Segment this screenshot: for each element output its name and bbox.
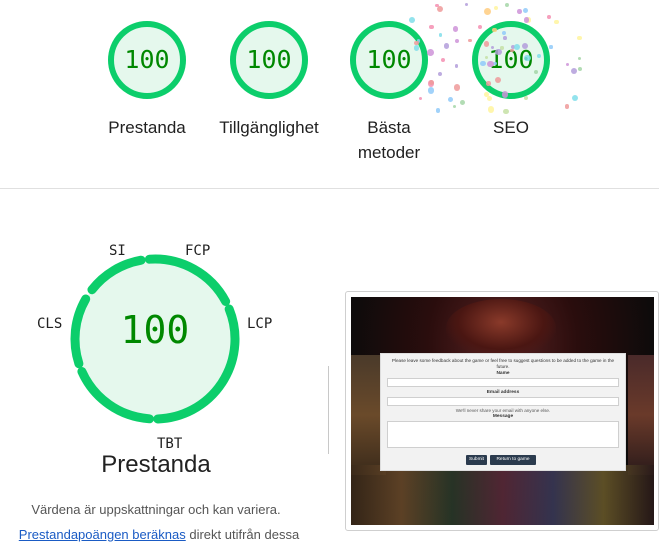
confetti-dot	[435, 108, 441, 114]
confetti-dot	[426, 48, 434, 56]
confetti-dot	[510, 48, 514, 52]
confetti-dot	[501, 91, 509, 98]
confetti-dot	[517, 9, 522, 15]
confetti-dot	[429, 24, 435, 30]
confetti-dot	[459, 99, 466, 106]
confetti-dot	[576, 35, 582, 41]
confetti-dot	[554, 19, 559, 24]
metric-fcp-label[interactable]: FCP	[185, 243, 210, 259]
form-name-label: Name	[496, 371, 510, 376]
screenshot-art-right	[628, 355, 654, 475]
confetti-dot	[454, 64, 459, 68]
screenshot-art-crowd	[351, 465, 654, 525]
confetti-dot	[443, 43, 450, 50]
gauge-score: 100	[366, 45, 412, 74]
confetti-dot	[564, 104, 570, 109]
form-email-label: Email address	[486, 390, 520, 395]
confetti-dot	[487, 95, 493, 102]
confetti-dot	[427, 87, 435, 94]
confetti-dot	[577, 56, 581, 60]
confetti-dot	[468, 38, 472, 42]
confetti-dot	[453, 105, 457, 109]
metric-si-label[interactable]: SI	[109, 243, 126, 259]
gauge-accessibility[interactable]: 100	[229, 20, 309, 100]
estimate-note: Värdena är uppskattningar och kan varier…	[31, 502, 281, 517]
confetti-dot	[486, 81, 491, 86]
confetti-dot	[454, 38, 459, 44]
metric-cls-label[interactable]: CLS	[37, 316, 62, 332]
form-email-hint: We'll never share your email with anyone…	[455, 408, 551, 413]
form-intro: Please leave some feedback about the gam…	[391, 358, 615, 369]
form-name-field	[387, 378, 619, 387]
calc-note: Prestandapoängen beräknas direkt utifrån…	[0, 527, 324, 542]
confetti-dot	[523, 8, 529, 14]
gauge-performance[interactable]: 100	[107, 20, 187, 100]
gauge-best-practices[interactable]: 100	[349, 20, 429, 100]
confetti-dot	[503, 108, 509, 115]
confetti-dot	[504, 2, 510, 7]
confetti-dot	[503, 36, 508, 40]
form-message-label: Message	[492, 414, 514, 419]
metric-tbt-label[interactable]: TBT	[157, 436, 182, 452]
confetti-dot	[484, 41, 490, 47]
gauge-score: 100	[246, 45, 292, 74]
calc-link[interactable]: Prestandapoängen beräknas	[19, 527, 186, 542]
label-accessibility: Tillgänglighet	[219, 118, 319, 137]
confetti-dot	[491, 45, 495, 49]
confetti-dot	[487, 106, 495, 113]
performance-score: 100	[120, 308, 190, 352]
final-screenshot[interactable]: Please leave some feedback about the gam…	[345, 291, 659, 531]
calc-note-rest: direkt utifrån dessa	[185, 527, 300, 542]
confetti-dot	[578, 67, 583, 72]
confetti-dot	[484, 55, 489, 59]
confetti-dot	[484, 8, 492, 16]
confetti-dot	[487, 60, 494, 68]
confetti-dot	[441, 58, 446, 63]
label-performance: Prestanda	[108, 118, 186, 137]
confetti-dot	[452, 26, 459, 32]
form-return-button: Return to game	[490, 455, 536, 465]
confetti-dot	[523, 95, 528, 100]
form-email-field	[387, 397, 619, 406]
confetti-dot	[438, 72, 443, 77]
confetti-dot	[547, 15, 551, 19]
metric-lcp-label[interactable]: LCP	[247, 316, 272, 332]
performance-title: Prestanda	[101, 451, 211, 478]
confetti-dot	[523, 16, 530, 23]
confetti-dot	[570, 68, 577, 75]
confetti-dot	[571, 94, 578, 101]
confetti-dot	[492, 27, 497, 33]
confetti-dot	[453, 84, 461, 91]
form-submit-button: Submit	[466, 455, 487, 465]
confetti-dot	[438, 33, 442, 37]
screenshot-image: Please leave some feedback about the gam…	[351, 297, 654, 525]
confetti-dot	[493, 5, 499, 10]
vertical-divider	[328, 366, 329, 454]
confetti-dot	[501, 30, 506, 36]
form-message-field	[387, 421, 619, 448]
confetti-dot	[447, 97, 453, 103]
label-best-practices: Bästa metoder	[357, 118, 421, 162]
confetti-dot	[464, 3, 468, 7]
confetti-dot	[565, 62, 570, 66]
confetti-dot	[513, 44, 520, 51]
screenshot-feedback-form: Please leave some feedback about the gam…	[380, 353, 626, 471]
confetti-dot	[536, 54, 541, 59]
gauge-score: 100	[124, 45, 170, 74]
screenshot-art-monster	[446, 299, 556, 357]
confetti-dot	[549, 45, 553, 49]
confetti-dot	[493, 61, 497, 66]
section-divider	[0, 188, 659, 189]
label-seo: SEO	[493, 118, 529, 137]
